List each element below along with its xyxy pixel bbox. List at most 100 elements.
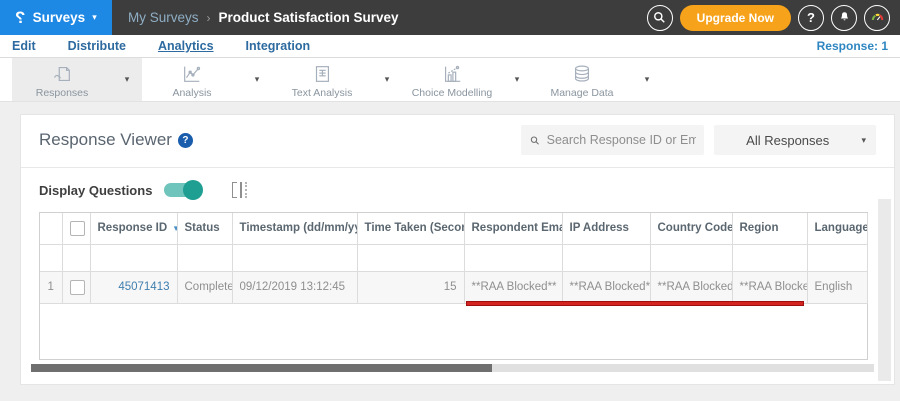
search-button[interactable]: [646, 4, 673, 31]
sort-desc-icon[interactable]: ▼: [172, 224, 176, 233]
timestamp-cell: 09/12/2019 13:12:45: [232, 271, 358, 304]
table-row: 1 45071413 Completed 09/12/2019 13:12:45…: [40, 271, 868, 304]
tab-distribute[interactable]: Distribute: [68, 39, 126, 53]
col-ip-address: IP Address: [562, 213, 651, 245]
vertical-scrollbar[interactable]: [878, 199, 891, 381]
responses-icon: [54, 66, 70, 82]
tab-edit[interactable]: Edit: [12, 39, 36, 53]
topbar-actions: Upgrade Now ?: [646, 4, 900, 31]
page-title: Response Viewer: [39, 130, 172, 149]
response-count-badge: Response: 1: [816, 39, 888, 53]
col-region: Region: [732, 213, 808, 245]
col-language: Language: [807, 213, 868, 245]
search-input[interactable]: [546, 133, 696, 147]
questionpro-logo-icon: ?: [15, 7, 26, 27]
breadcrumb: My Surveys › Product Satisfaction Survey: [128, 10, 399, 25]
help-button[interactable]: ?: [798, 4, 824, 31]
chevron-down-icon: ▾: [92, 12, 97, 22]
text-analysis-dropdown-caret[interactable]: ▾: [372, 58, 402, 101]
filter-region[interactable]: [732, 244, 808, 272]
toolbar-item-text-analysis[interactable]: Text Analysis ▾: [272, 58, 402, 101]
product-menu-label: Surveys: [32, 10, 86, 25]
topbar: ? Surveys ▾ My Surveys › Product Satisfa…: [0, 0, 900, 35]
col-respondent-email: Respondent Email: [464, 213, 563, 245]
col-status: Status: [177, 213, 233, 245]
row-number: 1: [40, 271, 63, 304]
toolbar-item-responses[interactable]: Responses ▾: [12, 58, 142, 101]
horizontal-scrollbar-thumb[interactable]: [31, 364, 492, 372]
filter-timestamp[interactable]: [232, 244, 358, 272]
bell-icon: [840, 12, 848, 21]
row-number-header: [40, 213, 63, 245]
search-icon: [654, 12, 665, 23]
gauge-icon: [871, 13, 883, 21]
display-questions-toggle[interactable]: [164, 180, 204, 200]
responses-dropdown-caret[interactable]: ▾: [112, 58, 142, 101]
response-id-cell: 45071413: [90, 271, 178, 304]
respondent-email-cell: **RAA Blocked**: [464, 271, 563, 304]
responses-filter-dropdown[interactable]: All Responses ▾: [714, 125, 876, 155]
response-search-box: [521, 125, 704, 155]
page-background: Response Viewer ? All Responses ▾ Displa…: [0, 102, 900, 401]
toggle-knob: [183, 180, 204, 200]
language-cell: English: [807, 271, 868, 304]
tab-integration[interactable]: Integration: [246, 39, 311, 53]
analysis-icon: [184, 66, 201, 82]
manage-data-icon: [574, 65, 590, 82]
analysis-dropdown-caret[interactable]: ▾: [242, 58, 272, 101]
horizontal-scrollbar[interactable]: [31, 364, 874, 372]
freeze-columns-icon[interactable]: [232, 182, 248, 198]
card-header: Response Viewer ? All Responses ▾: [21, 115, 894, 167]
toolbar-item-analysis[interactable]: Analysis ▾: [142, 58, 272, 101]
region-cell: **RAA Blocked**: [732, 271, 808, 304]
app-logo-menu[interactable]: ? Surveys ▾: [0, 0, 112, 35]
tab-analytics[interactable]: Analytics: [158, 39, 214, 53]
analytics-toolbar: Responses ▾ Analysis ▾ Text Analysis ▾ C…: [0, 58, 900, 102]
text-analysis-icon: [315, 66, 330, 82]
profile-meter-button[interactable]: [864, 4, 890, 31]
breadcrumb-current-survey: Product Satisfaction Survey: [218, 10, 399, 25]
col-country-code: Country Code: [650, 213, 733, 245]
toolbar-item-manage-data[interactable]: Manage Data ▾: [532, 58, 662, 101]
col-time-taken[interactable]: Time Taken (Seconds)⇅: [357, 213, 465, 245]
row-checkbox[interactable]: [69, 279, 85, 295]
response-viewer-help-icon[interactable]: ?: [177, 132, 193, 148]
select-all-header: [62, 213, 91, 245]
search-icon: [530, 135, 539, 145]
chevron-down-icon: ▾: [861, 134, 866, 145]
filter-country-code[interactable]: [650, 244, 733, 272]
display-questions-label: Display Questions: [39, 182, 153, 198]
ip-address-cell: **RAA Blocked**: [562, 271, 651, 304]
viewer-controls: Display Questions: [21, 168, 894, 208]
filter-row: [40, 244, 868, 272]
manage-data-dropdown-caret[interactable]: ▾: [632, 58, 662, 101]
status-cell: Completed: [177, 271, 233, 304]
choice-modelling-icon: [444, 65, 461, 82]
breadcrumb-my-surveys[interactable]: My Surveys: [128, 10, 199, 25]
filter-time-taken[interactable]: [357, 244, 465, 272]
filter-ip-address[interactable]: [562, 244, 651, 272]
responses-filter-value: All Responses: [746, 132, 830, 148]
select-all-checkbox[interactable]: [69, 220, 85, 236]
survey-subnav: Edit Distribute Analytics Integration Re…: [0, 35, 900, 58]
toolbar-item-choice-modelling[interactable]: Choice Modelling ▾: [402, 58, 532, 101]
filter-status[interactable]: [177, 244, 233, 272]
country-code-cell: **RAA Blocked**: [650, 271, 733, 304]
filter-language[interactable]: [807, 244, 868, 272]
response-id-link[interactable]: 45071413: [118, 281, 169, 293]
time-taken-cell: 15: [357, 271, 465, 304]
choice-modelling-dropdown-caret[interactable]: ▾: [502, 58, 532, 101]
raa-blocked-annotation-line: [466, 301, 804, 306]
col-response-id[interactable]: Response ID▼: [90, 213, 178, 245]
filter-respondent-email[interactable]: [464, 244, 563, 272]
row-select-cell: [62, 271, 91, 304]
filter-response-id[interactable]: [90, 244, 178, 272]
notifications-button[interactable]: [831, 4, 857, 31]
col-timestamp[interactable]: Timestamp (dd/mm/yyyy)⇅: [232, 213, 358, 245]
header-row: Response ID▼ Status Timestamp (dd/mm/yyy…: [40, 213, 868, 245]
question-mark-icon: ?: [807, 10, 815, 25]
upgrade-now-button[interactable]: Upgrade Now: [679, 4, 791, 31]
breadcrumb-separator-icon: ›: [206, 10, 211, 25]
responses-grid: Response ID▼ Status Timestamp (dd/mm/yyy…: [39, 212, 868, 360]
response-viewer-card: Response Viewer ? All Responses ▾ Displa…: [20, 114, 895, 385]
